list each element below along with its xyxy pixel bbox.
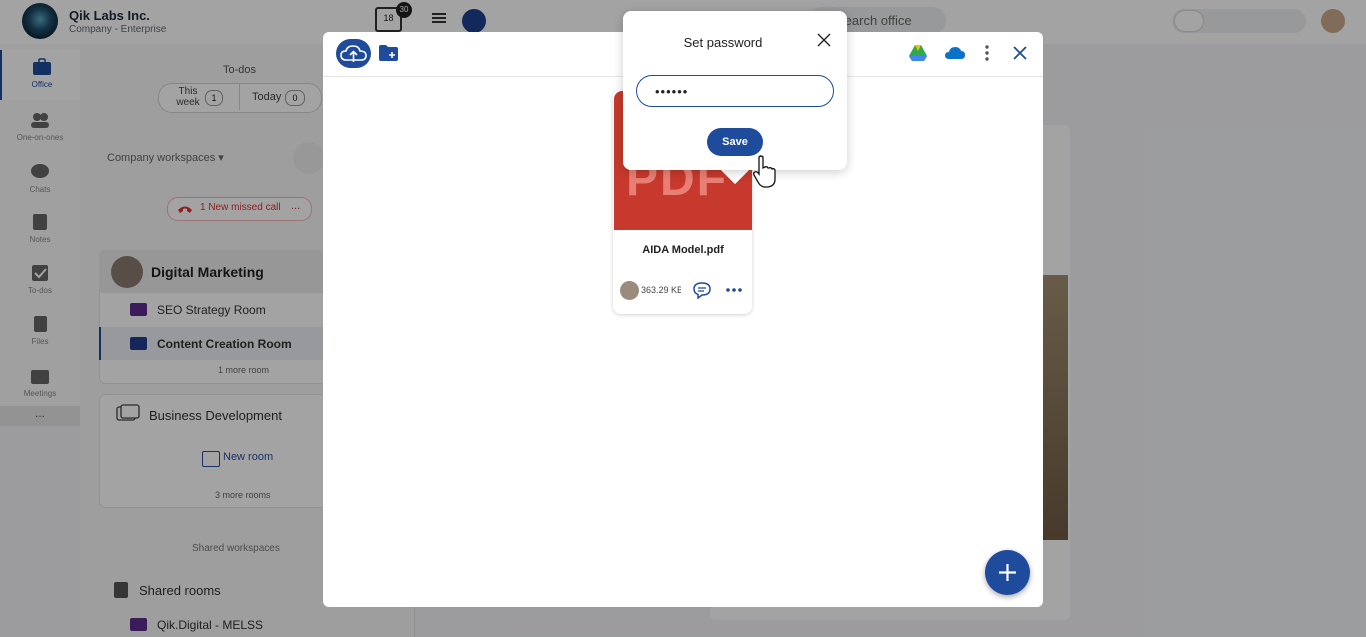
cloud-upload-icon[interactable] [336,39,371,68]
file-name: AIDA Model.pdf [642,244,724,256]
file-size: 363.29 KB [641,285,681,295]
add-file-button[interactable] [985,550,1030,595]
password-input[interactable] [636,75,834,107]
comment-icon[interactable] [692,281,712,299]
file-owner-avatar [620,281,639,300]
close-icon[interactable] [1011,44,1029,62]
google-drive-icon[interactable] [908,44,928,62]
file-more-icon[interactable] [724,281,744,299]
save-button[interactable]: Save [707,128,763,156]
close-icon[interactable] [816,32,832,48]
new-folder-icon[interactable] [378,44,400,62]
more-options-icon[interactable] [980,43,994,63]
onedrive-icon[interactable] [944,46,966,60]
hand-cursor-icon [752,155,776,189]
dialog-title: Set password [683,35,763,50]
